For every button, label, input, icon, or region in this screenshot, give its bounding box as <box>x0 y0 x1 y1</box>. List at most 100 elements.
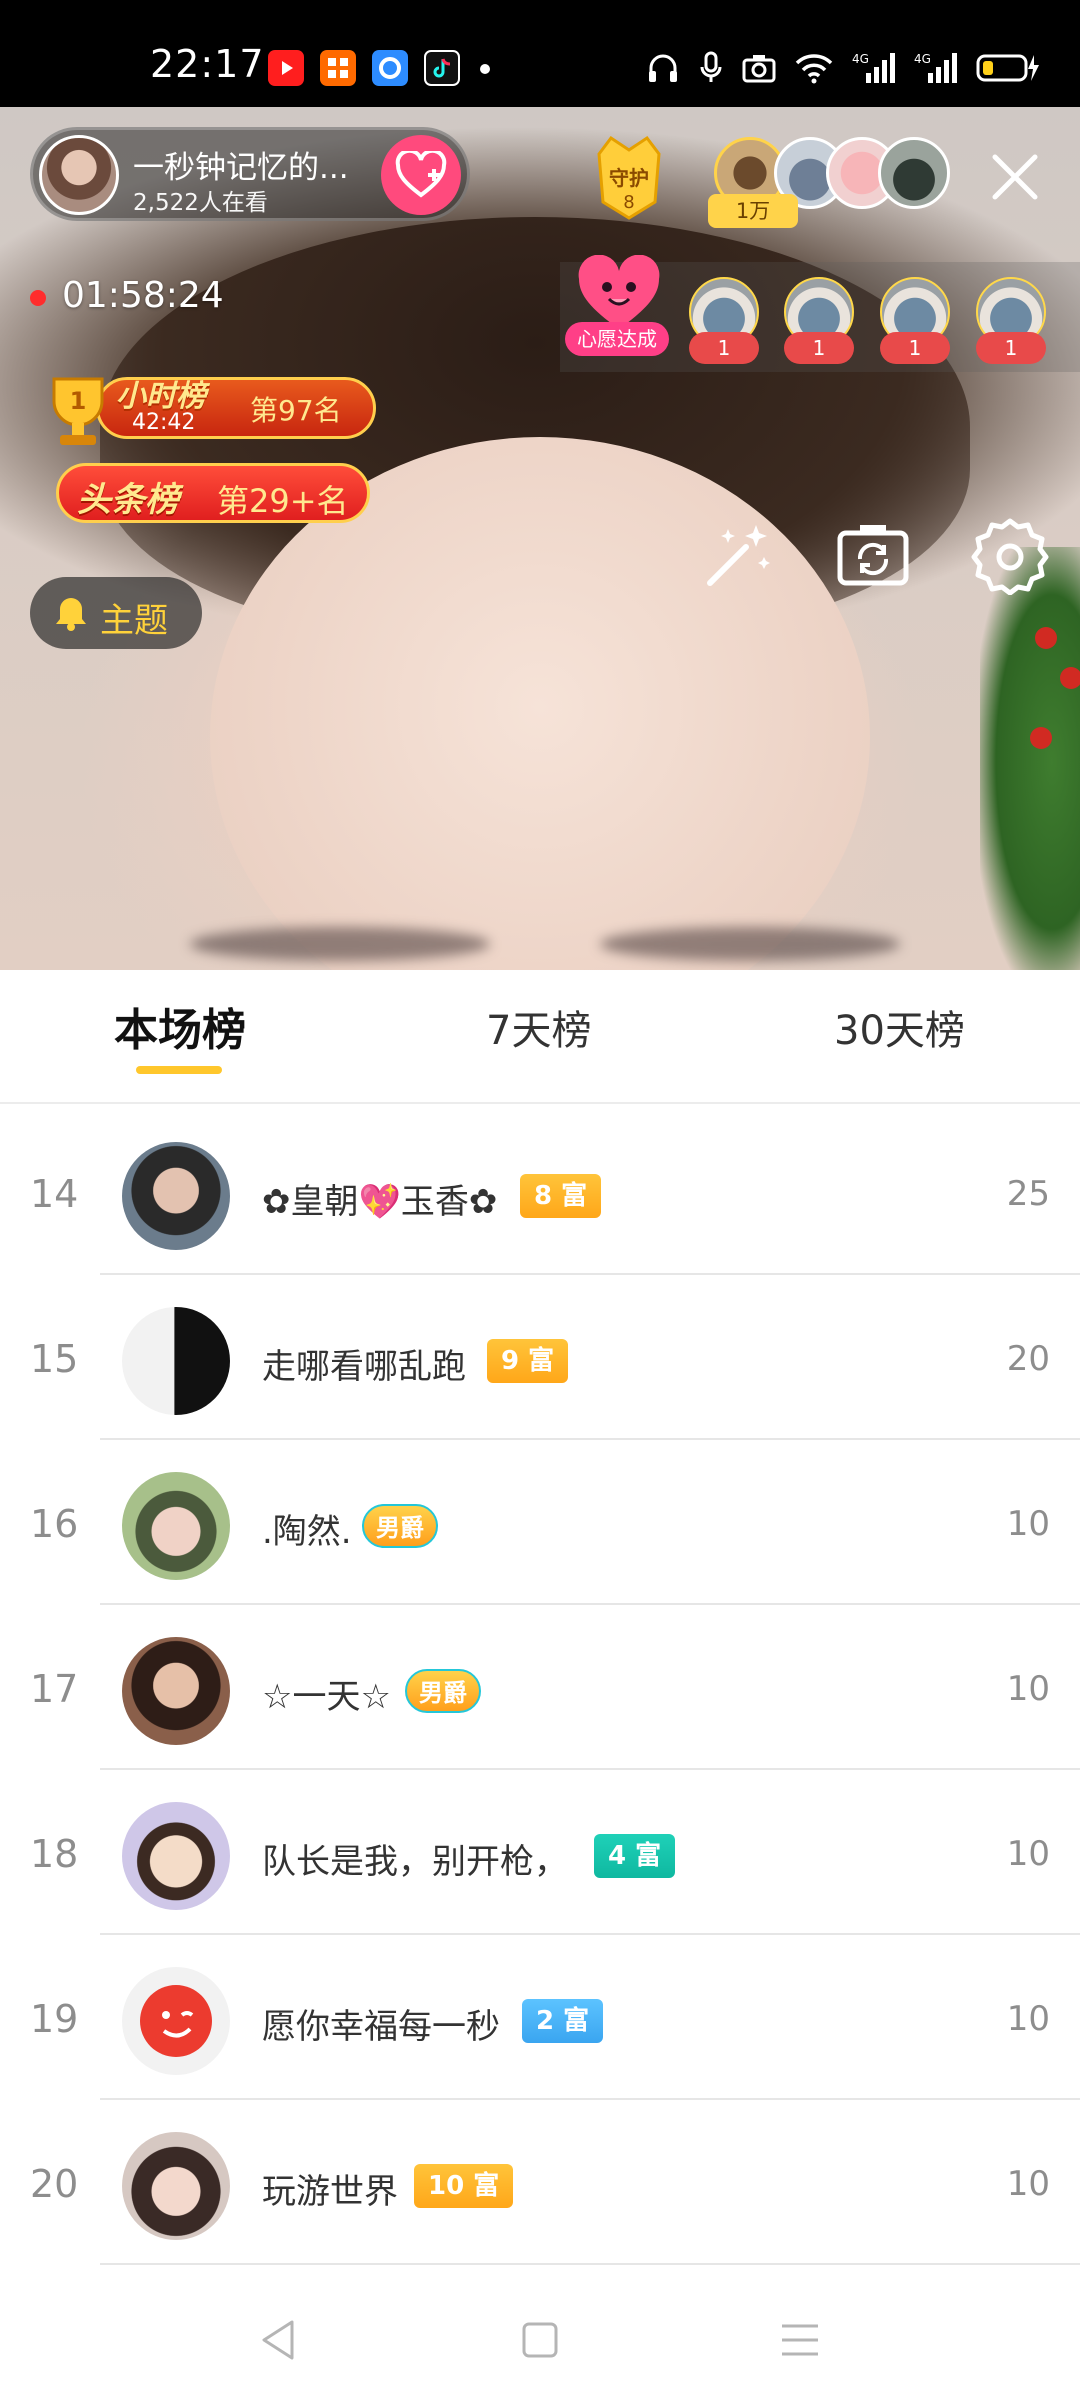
avatar[interactable] <box>122 1637 230 1745</box>
hour-rank-place: 第97名 <box>250 394 342 427</box>
wealth-badge: 2 富 <box>522 1999 604 2043</box>
contribution-score: 10 <box>1006 2164 1050 2204</box>
list-item[interactable]: 18 队长是我，别开枪， 4 富 10 <box>0 1770 1080 1935</box>
signal-4g-icon: 4G <box>914 52 957 83</box>
contribution-score: 10 <box>1006 1834 1050 1874</box>
headline-rank-badge[interactable]: 头条榜 第29+名 <box>56 463 370 523</box>
hour-rank-badge[interactable]: 1 小时榜 42:42 第97名 <box>36 367 380 445</box>
menu-icon <box>782 2324 818 2356</box>
flip-camera-icon <box>837 525 909 586</box>
avatar[interactable] <box>122 1142 230 1250</box>
live-video[interactable]: 一秒钟记忆的... 2,522人在看 守护 8 1万 01:58:24 心愿达成 <box>0 107 1080 970</box>
guard-badge[interactable]: 守护 8 <box>585 132 673 222</box>
wealth-badge: 4 富 <box>594 1834 676 1878</box>
bell-icon <box>56 598 86 631</box>
list-item[interactable]: 16 .陶然. 男爵 10 <box>0 1440 1080 1605</box>
avatar[interactable] <box>122 2132 230 2240</box>
rank-number: 15 <box>30 1337 79 1381</box>
battery-icon <box>976 54 1039 82</box>
svg-text:1: 1 <box>70 387 87 415</box>
back-icon <box>262 2320 294 2360</box>
navigation-bar <box>0 2270 1080 2400</box>
viewer-count: 2,522人在看 <box>133 190 268 216</box>
user-name: 走哪看哪乱跑 <box>262 1347 466 1387</box>
contribution-score: 25 <box>1006 1174 1050 1214</box>
camera-icon <box>742 55 776 83</box>
beauty-filter-button[interactable] <box>698 515 778 595</box>
avatar[interactable] <box>122 1967 230 2075</box>
contribution-score: 10 <box>1006 1669 1050 1709</box>
user-name: 愿你幸福每一秒 <box>262 2007 500 2047</box>
topic-button[interactable]: 主题 <box>30 577 202 649</box>
gift-count: 1 <box>880 332 950 364</box>
rank-number: 19 <box>30 1997 79 2041</box>
gift-count: 1 <box>784 332 854 364</box>
gift-count: 1 <box>976 332 1046 364</box>
rank-number: 17 <box>30 1667 79 1711</box>
noble-badge: 男爵 <box>362 1504 438 1548</box>
app-icon <box>320 50 356 86</box>
contribution-score: 20 <box>1006 1339 1050 1379</box>
avatar[interactable] <box>122 1802 230 1910</box>
heart-plus-icon <box>395 151 447 198</box>
guard-label: 守护 <box>609 166 649 190</box>
video-eyebrow <box>190 927 490 961</box>
user-name: 玩游世界 <box>262 2172 398 2212</box>
rank-number: 18 <box>30 1832 79 1876</box>
ranking-tabs: 本场榜 7天榜 30天榜 <box>0 970 1080 1104</box>
settings-button[interactable] <box>970 515 1050 596</box>
hour-rank-time: 42:42 <box>132 410 196 435</box>
home-button[interactable] <box>510 2310 570 2370</box>
tab-30-days[interactable]: 30天榜 <box>834 998 965 1056</box>
back-button[interactable] <box>250 2310 310 2370</box>
user-name: .陶然. <box>262 1512 352 1552</box>
video-berry <box>1035 627 1057 649</box>
video-berry <box>1030 727 1052 749</box>
avatar[interactable] <box>122 1307 230 1415</box>
user-name: ☆一天☆ <box>262 1677 391 1717</box>
default-avatar-icon <box>140 1985 212 2057</box>
home-icon <box>522 2322 558 2358</box>
list-item[interactable]: 14 ✿皇朝💖玉香✿ 8 富 25 <box>0 1110 1080 1275</box>
user-name: ✿皇朝💖玉香✿ <box>262 1182 498 1222</box>
svg-text:4G: 4G <box>914 52 931 66</box>
tab-7-days[interactable]: 7天榜 <box>486 998 591 1056</box>
tiktok-icon <box>424 50 460 86</box>
fans-count[interactable]: 1万 <box>708 194 798 228</box>
video-plant <box>980 547 1080 970</box>
list-item[interactable]: 20 玩游世界 10 富 10 <box>0 2100 1080 2265</box>
avatar[interactable] <box>122 1472 230 1580</box>
recent-apps-button[interactable] <box>770 2310 830 2370</box>
topic-label: 主题 <box>100 601 168 641</box>
tab-current-session[interactable]: 本场榜 <box>114 994 246 1058</box>
host-avatar[interactable] <box>39 135 119 215</box>
wealth-badge: 8 富 <box>520 1174 602 1218</box>
user-name: 队长是我，别开枪， <box>262 1842 568 1882</box>
list-item[interactable]: 15 走哪看哪乱跑 9 富 20 <box>0 1275 1080 1440</box>
flip-camera-button[interactable] <box>834 515 914 595</box>
magic-wand-icon <box>707 525 770 586</box>
video-berry <box>1060 667 1080 689</box>
avatar[interactable] <box>878 137 950 209</box>
close-button[interactable] <box>985 147 1045 207</box>
youtube-icon <box>268 50 304 86</box>
status-indicators: 4G 4G <box>646 48 1040 88</box>
contribution-score: 10 <box>1006 1504 1050 1544</box>
list-item[interactable]: 17 ☆一天☆ 男爵 10 <box>0 1605 1080 1770</box>
headline-rank-title: 头条榜 <box>77 480 179 520</box>
rank-number: 16 <box>30 1502 79 1546</box>
host-info[interactable]: 一秒钟记忆的... 2,522人在看 <box>30 127 470 221</box>
video-eyebrow <box>600 927 900 961</box>
trophy-icon: 1 <box>52 377 104 445</box>
rank-number: 14 <box>30 1172 79 1216</box>
host-name: 一秒钟记忆的... <box>133 150 349 186</box>
active-tab-indicator <box>136 1066 222 1074</box>
wealth-badge: 9 富 <box>487 1339 569 1383</box>
live-indicator <box>30 290 46 306</box>
noble-badge: 男爵 <box>405 1669 481 1713</box>
signal-4g-icon: 4G <box>852 52 895 83</box>
list-item[interactable]: 19 愿你幸福每一秒 2 富 10 <box>0 1935 1080 2100</box>
microphone-icon <box>700 51 722 82</box>
status-time: 22:17 <box>150 42 265 86</box>
follow-button[interactable] <box>381 135 461 215</box>
